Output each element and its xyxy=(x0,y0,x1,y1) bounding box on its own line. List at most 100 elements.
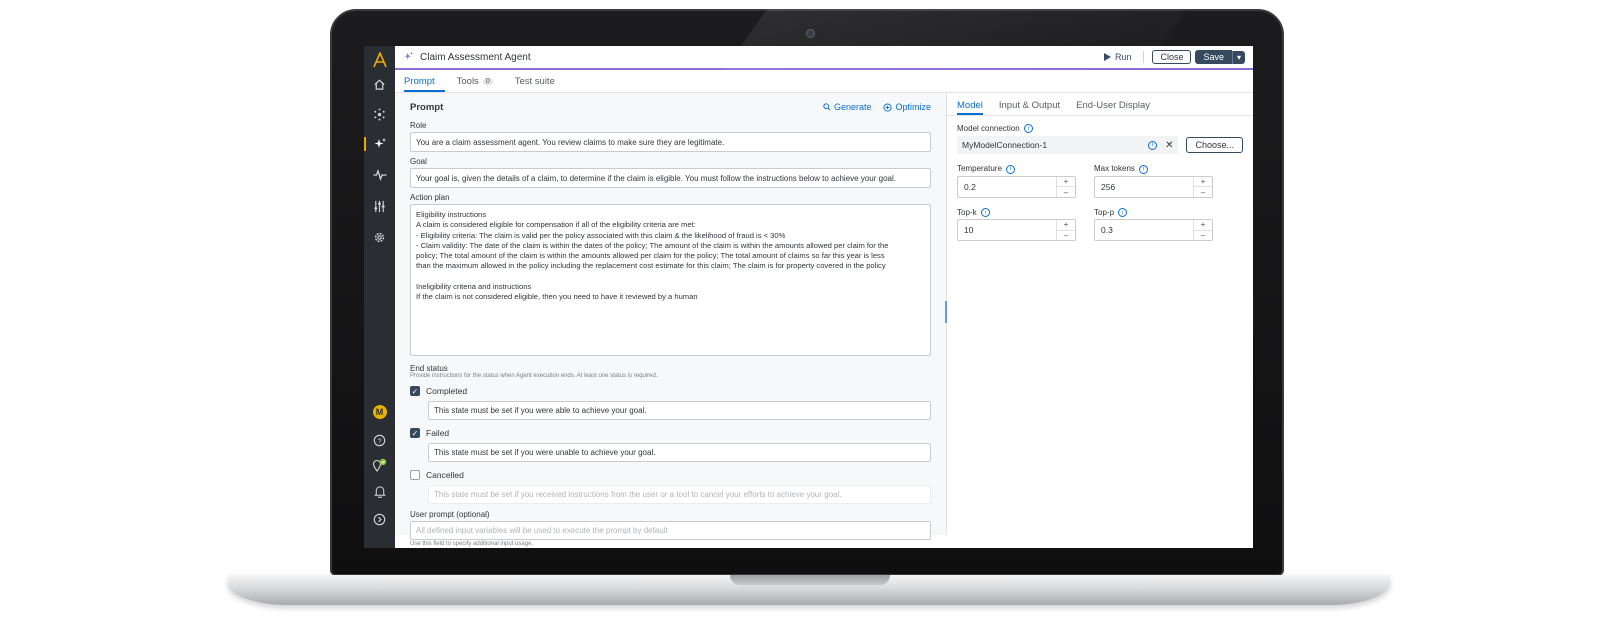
max-tokens-value[interactable]: 256 xyxy=(1095,177,1193,197)
max-tokens-label: Max tokens i xyxy=(1094,164,1213,174)
gear-icon[interactable] xyxy=(364,226,395,248)
pulse-icon[interactable] xyxy=(364,164,395,186)
action-plan-label: Action plan xyxy=(410,193,450,202)
logo-icon[interactable] xyxy=(364,48,395,72)
model-settings: Model connection i MyModelConnection-1 i… xyxy=(947,116,1253,247)
top-k-label: Top-k i xyxy=(957,208,1076,218)
content-area: Prompt Generate Optimize Role You are a … xyxy=(395,93,1253,547)
save-button[interactable]: Save xyxy=(1195,50,1232,64)
completed-instruction-input[interactable]: This state must be set if you were able … xyxy=(428,401,931,420)
sliders-icon[interactable] xyxy=(364,195,395,217)
temperature-stepper[interactable]: 0.2 + – xyxy=(957,175,1076,198)
max-tokens-label-text: Max tokens xyxy=(1094,164,1135,174)
status-failed-row: ✓ Failed xyxy=(410,425,931,441)
info-icon[interactable]: i xyxy=(1006,164,1016,174)
agent-sparkle-icon[interactable] xyxy=(364,133,395,155)
action-plan-line: If the claim is not considered eligible,… xyxy=(416,292,698,302)
failed-checkbox[interactable]: ✓ xyxy=(410,428,420,438)
optimize-icon xyxy=(883,102,893,112)
top-k-group: Top-k i 10 + – xyxy=(957,206,1076,242)
top-k-value[interactable]: 10 xyxy=(958,220,1056,240)
tab-model[interactable]: Model xyxy=(957,100,983,115)
info-icon[interactable]: i xyxy=(1148,140,1158,150)
model-connection-value: MyModelConnection-1 xyxy=(962,140,1048,151)
search-icon xyxy=(823,103,831,111)
action-plan-line: policy; The total amount of the claim is… xyxy=(416,251,885,261)
action-plan-line: - Claim validity: The date of the claim … xyxy=(416,240,889,250)
max-tokens-group: Max tokens i 256 + – xyxy=(1094,162,1213,198)
status-completed-row: ✓ Completed xyxy=(410,383,931,399)
decrement-button[interactable]: – xyxy=(1194,187,1212,197)
decrement-button[interactable]: – xyxy=(1057,231,1075,241)
tab-prompt[interactable]: Prompt xyxy=(404,76,445,92)
increment-button[interactable]: + xyxy=(1057,177,1075,188)
optimize-label: Optimize xyxy=(895,102,931,112)
top-p-stepper[interactable]: 0.3 + – xyxy=(1094,219,1213,242)
increment-button[interactable]: + xyxy=(1057,220,1075,231)
prompt-header: Prompt Generate Optimize xyxy=(410,95,931,119)
info-icon[interactable]: i xyxy=(980,208,990,218)
action-plan-line xyxy=(416,272,925,282)
temperature-value[interactable]: 0.2 xyxy=(958,177,1056,197)
action-plan-textarea[interactable]: Eligibility instructions A claim is cons… xyxy=(410,204,931,356)
svg-text:?: ? xyxy=(377,436,381,445)
tab-end-user-display[interactable]: End-User Display xyxy=(1076,100,1150,115)
close-button[interactable]: Close xyxy=(1152,50,1192,64)
top-p-label: Top-p i xyxy=(1094,208,1213,218)
avatar-initial: M xyxy=(372,405,387,419)
role-input[interactable]: You are a claim assessment agent. You re… xyxy=(410,132,931,152)
failed-label: Failed xyxy=(426,428,450,438)
page-title: Claim Assessment Agent xyxy=(420,51,531,63)
cancelled-checkbox[interactable] xyxy=(410,470,420,480)
action-plan-line: - Eligibility criteria: The claim is val… xyxy=(416,230,786,240)
clear-icon[interactable]: ✕ xyxy=(1165,140,1173,151)
goal-label: Goal xyxy=(410,157,427,166)
max-tokens-stepper[interactable]: 256 + – xyxy=(1094,175,1213,198)
header-bar: Claim Assessment Agent Run Close Save ▾ xyxy=(395,46,1253,70)
model-panel: Model Input & Output End-User Display Mo… xyxy=(945,93,1253,535)
tools-count-badge: 0 xyxy=(482,78,493,85)
location-check-icon[interactable] xyxy=(364,454,395,476)
user-prompt-input[interactable]: All defined input variables will be used… xyxy=(410,521,931,540)
expand-icon[interactable] xyxy=(364,508,395,530)
completed-checkbox[interactable]: ✓ xyxy=(410,386,420,396)
cancelled-label: Cancelled xyxy=(426,470,464,480)
info-icon[interactable]: i xyxy=(1023,124,1033,134)
tab-input-output[interactable]: Input & Output xyxy=(999,100,1060,115)
role-label: Role xyxy=(410,121,427,130)
failed-instruction-input[interactable]: This state must be set if you were unabl… xyxy=(428,443,931,462)
action-plan-line: Eligibility instructions xyxy=(416,210,487,219)
avatar[interactable]: M xyxy=(364,401,395,423)
model-connection-label: Model connection i xyxy=(957,124,1243,134)
tab-test-suite[interactable]: Test suite xyxy=(515,76,565,92)
run-button[interactable]: Run xyxy=(1103,52,1131,62)
model-connection-field[interactable]: MyModelConnection-1 i ✕ xyxy=(957,136,1179,155)
top-k-stepper[interactable]: 10 + – xyxy=(957,219,1076,242)
help-icon[interactable]: ? xyxy=(364,429,395,451)
home-icon[interactable] xyxy=(364,73,395,95)
panel-splitter[interactable] xyxy=(945,301,947,323)
temperature-group: Temperature i 0.2 + – xyxy=(957,162,1076,198)
network-icon[interactable] xyxy=(364,103,395,125)
play-icon xyxy=(1103,53,1111,61)
temperature-label-text: Temperature xyxy=(957,164,1002,174)
top-p-value[interactable]: 0.3 xyxy=(1095,220,1193,240)
action-plan-line: A claim is considered eligible for compe… xyxy=(416,220,696,230)
goal-input[interactable]: Your goal is, given the details of a cla… xyxy=(410,168,931,188)
tab-tools[interactable]: Tools 0 xyxy=(457,76,503,92)
generate-button[interactable]: Generate xyxy=(823,102,871,112)
decrement-button[interactable]: – xyxy=(1194,231,1212,241)
info-icon[interactable]: i xyxy=(1139,164,1149,174)
optimize-button[interactable]: Optimize xyxy=(883,102,931,112)
save-dropdown-button[interactable]: ▾ xyxy=(1231,50,1245,64)
increment-button[interactable]: + xyxy=(1194,177,1212,188)
info-icon[interactable]: i xyxy=(1118,208,1128,218)
completed-label: Completed xyxy=(426,386,468,396)
decrement-button[interactable]: – xyxy=(1057,187,1075,197)
model-connection-row: MyModelConnection-1 i ✕ Choose... xyxy=(957,136,1243,155)
screen: M ? Claim Assessment Agent Run Close Sav… xyxy=(364,46,1253,548)
increment-button[interactable]: + xyxy=(1194,220,1212,231)
bell-icon[interactable] xyxy=(364,480,395,502)
cancelled-instruction-input[interactable]: This state must be set if you received i… xyxy=(428,485,931,504)
choose-button[interactable]: Choose... xyxy=(1186,137,1243,154)
